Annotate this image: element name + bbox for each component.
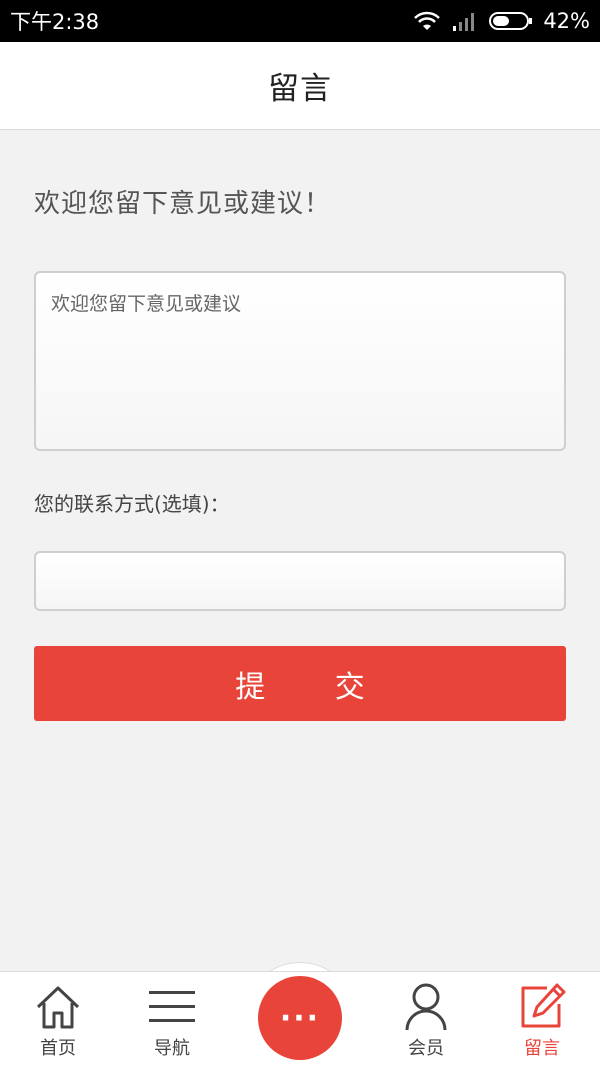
wifi-icon	[413, 10, 441, 32]
tab-message[interactable]: 留言	[487, 972, 597, 1067]
tab-message-label: 留言	[524, 1038, 560, 1059]
header: 留言	[0, 42, 600, 130]
more-button[interactable]: ···	[258, 976, 342, 1060]
tab-member[interactable]: 会员	[371, 972, 481, 1067]
status-bar: 下午2:38 42%	[0, 0, 600, 42]
more-icon: ···	[279, 1000, 321, 1036]
battery-percent: 42%	[543, 9, 590, 33]
tab-member-label: 会员	[408, 1038, 444, 1059]
page-title: 留言	[268, 71, 332, 107]
tab-nav-label: 导航	[154, 1038, 190, 1059]
message-input[interactable]	[34, 271, 566, 451]
signal-icon	[451, 10, 479, 32]
intro-text: 欢迎您留下意见或建议！	[34, 189, 332, 219]
contact-input[interactable]	[34, 551, 566, 611]
battery-icon	[489, 10, 533, 32]
status-time: 下午2:38	[10, 10, 100, 34]
tab-home[interactable]: 首页	[3, 972, 113, 1067]
edit-icon	[517, 982, 567, 1032]
contact-label: 您的联系方式(选填)：	[34, 492, 230, 516]
submit-button[interactable]: 提 交	[34, 646, 566, 721]
tab-nav[interactable]: 导航	[117, 972, 227, 1067]
menu-icon	[147, 982, 197, 1032]
status-icons: 42%	[413, 9, 590, 33]
home-icon	[34, 982, 82, 1032]
tab-home-label: 首页	[40, 1038, 76, 1059]
user-icon	[403, 982, 449, 1032]
